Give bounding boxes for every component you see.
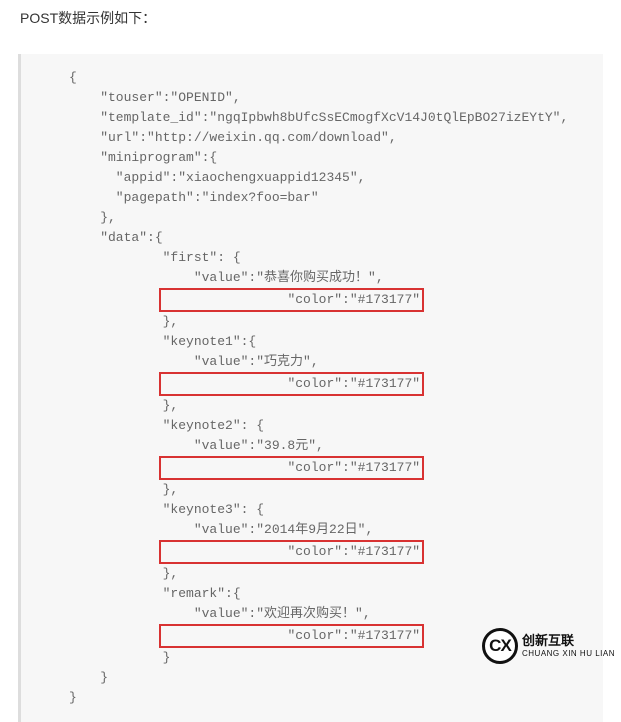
code-line: "value":"欢迎再次购买！", xyxy=(21,604,603,624)
code-line: "color":"#173177" xyxy=(21,288,603,312)
code-block: { "touser":"OPENID", "template_id":"ngqI… xyxy=(18,54,603,722)
code-line: "touser":"OPENID", xyxy=(21,88,603,108)
code-line: "value":"39.8元", xyxy=(21,436,603,456)
code-line: "color":"#173177" xyxy=(21,372,603,396)
code-line: }, xyxy=(21,312,603,332)
code-line: "appid":"xiaochengxuappid12345", xyxy=(21,168,603,188)
code-line: "color":"#173177" xyxy=(21,540,603,564)
watermark-text-wrap: 创新互联 CHUANG XIN HU LIAN xyxy=(522,634,615,657)
watermark-subtext: CHUANG XIN HU LIAN xyxy=(522,649,615,658)
code-line: }, xyxy=(21,396,603,416)
watermark-text: 创新互联 xyxy=(522,634,615,648)
heading-text: POST数据示例如下： xyxy=(0,0,621,36)
code-line: }, xyxy=(21,208,603,228)
highlight-color: "color":"#173177" xyxy=(159,288,424,312)
code-line: "value":"2014年9月22日", xyxy=(21,520,603,540)
code-line: "pagepath":"index?foo=bar" xyxy=(21,188,603,208)
watermark: CX 创新互联 CHUANG XIN HU LIAN xyxy=(482,628,615,664)
code-line: "url":"http://weixin.qq.com/download", xyxy=(21,128,603,148)
code-line: } xyxy=(21,668,603,688)
highlight-color: "color":"#173177" xyxy=(159,540,424,564)
code-line: "first": { xyxy=(21,248,603,268)
code-line: }, xyxy=(21,480,603,500)
code-line: "miniprogram":{ xyxy=(21,148,603,168)
watermark-logo-icon: CX xyxy=(482,628,518,664)
code-line: "keynote3": { xyxy=(21,500,603,520)
code-line: "keynote1":{ xyxy=(21,332,603,352)
code-line: }, xyxy=(21,564,603,584)
code-line: "data":{ xyxy=(21,228,603,248)
code-line: { xyxy=(21,68,603,88)
code-line: } xyxy=(21,688,603,708)
code-line: "color":"#173177" xyxy=(21,456,603,480)
code-line: "template_id":"ngqIpbwh8bUfcSsECmogfXcV1… xyxy=(21,108,603,128)
highlight-color: "color":"#173177" xyxy=(159,624,424,648)
code-line: "value":"恭喜你购买成功！", xyxy=(21,268,603,288)
highlight-color: "color":"#173177" xyxy=(159,456,424,480)
code-line: "value":"巧克力", xyxy=(21,352,603,372)
highlight-color: "color":"#173177" xyxy=(159,372,424,396)
code-line: "keynote2": { xyxy=(21,416,603,436)
code-line: "remark":{ xyxy=(21,584,603,604)
